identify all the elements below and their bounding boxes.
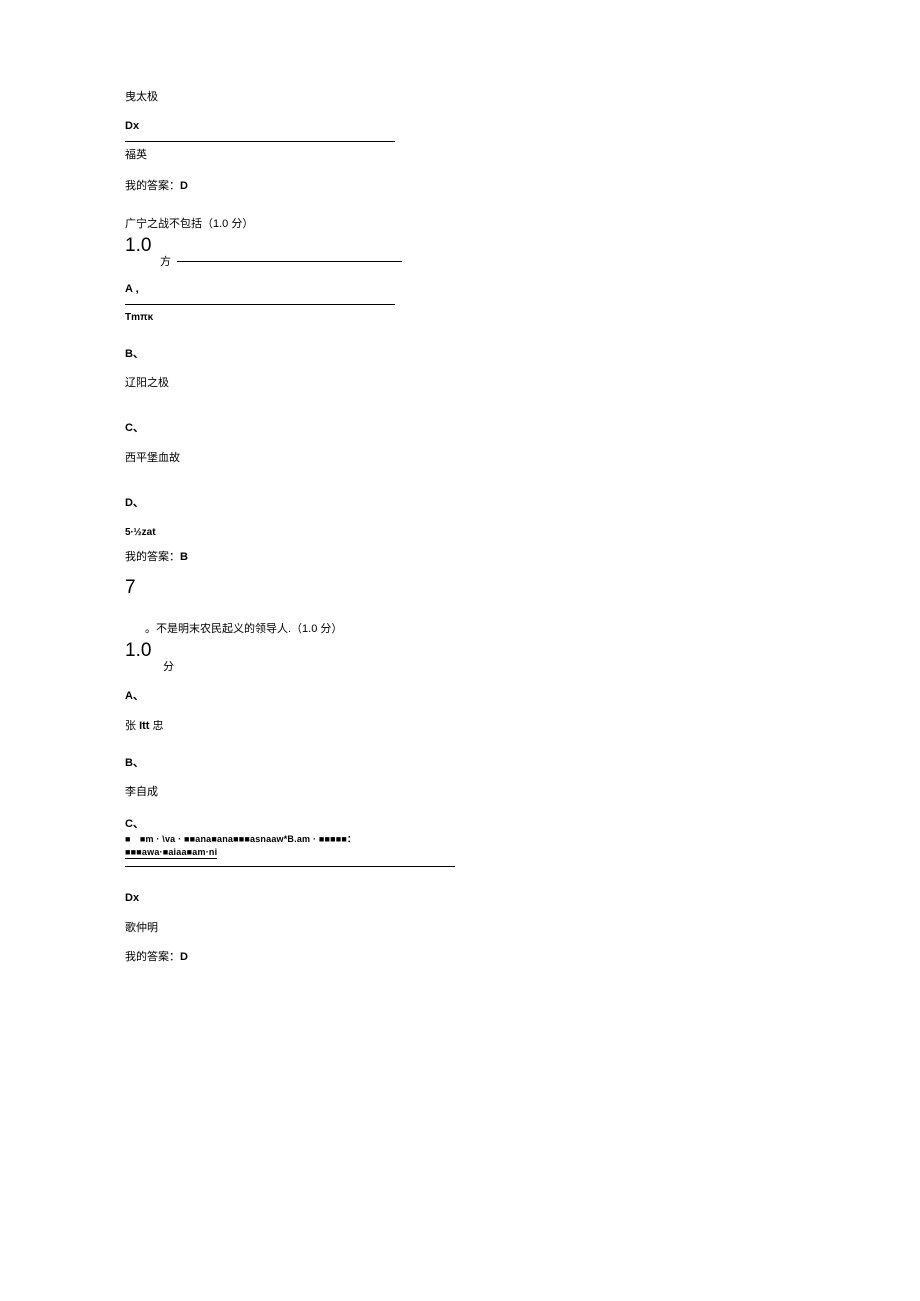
q7-my-answer: 我的答案：D xyxy=(125,950,795,965)
q7-option-a-text: 张 Itt 忠 xyxy=(125,719,795,734)
q6-score-unit-row: 方 xyxy=(125,255,795,270)
q6-option-b-label: B、 xyxy=(125,347,795,362)
q5-option-d-label: Dx xyxy=(125,119,795,134)
q5-option-c-text: 曳太极 xyxy=(125,90,795,105)
q6-option-a-text: Tmπκ xyxy=(125,311,795,325)
q7-option-d-text: 歌仲明 xyxy=(125,921,795,936)
q7-option-d-label: Dx xyxy=(125,891,795,906)
q6-option-d-label: D、 xyxy=(125,496,795,511)
my-answer-value: D xyxy=(180,180,188,192)
q7-a-part3: 忠 xyxy=(149,720,163,732)
q6-option-a-label: A , xyxy=(125,282,795,297)
q7-option-c-line1: ■ ■m · \va · ■■ana■ana■■■asnaaw*B.am · ■… xyxy=(125,834,795,845)
q6-score-number: 1.0 xyxy=(125,236,795,257)
q6-option-c-text: 西平堡血故 xyxy=(125,451,795,466)
q7-a-part2: Itt xyxy=(139,720,149,732)
q7-score-unit: 分 xyxy=(125,660,795,675)
q6-option-b-text: 辽阳之极 xyxy=(125,376,795,391)
divider xyxy=(125,304,395,305)
my-answer-label: 我的答案： xyxy=(125,551,180,563)
q7-number: 7 xyxy=(125,575,795,602)
q6-option-c-label: C、 xyxy=(125,421,795,436)
q6-score-unit: 方 xyxy=(160,256,171,268)
q7-option-a-label: A、 xyxy=(125,689,795,704)
q7-option-c-line2: ■■■awa·■aiaa■am·ni xyxy=(125,848,217,859)
q7-question: 。不是明末农民起义的领导人.（1.0 分） xyxy=(125,622,795,637)
my-answer-value: B xyxy=(180,551,188,563)
q7-option-b-text: 李自成 xyxy=(125,785,795,800)
q6-question: 广宁之战不包括（1.0 分） xyxy=(125,217,795,232)
q7-option-c-line2-wrap: ■■■awa·■aiaa■am·ni xyxy=(125,845,795,860)
divider xyxy=(125,866,455,867)
my-answer-label: 我的答案： xyxy=(125,180,180,192)
q7-a-part1: 张 xyxy=(125,720,139,732)
q6-my-answer: 我的答案：B xyxy=(125,550,795,565)
my-answer-value: D xyxy=(180,951,188,963)
q6-option-d-text: 5∙½zat xyxy=(125,526,795,540)
q5-option-d-text: 福英 xyxy=(125,148,795,163)
divider xyxy=(177,261,402,262)
q7-option-b-label: B、 xyxy=(125,756,795,771)
q7-option-c-label: C、 xyxy=(125,817,795,832)
divider xyxy=(125,141,395,142)
q7-score-number: 1.0 xyxy=(125,641,795,662)
q5-my-answer: 我的答案：D xyxy=(125,179,795,194)
my-answer-label: 我的答案： xyxy=(125,951,180,963)
